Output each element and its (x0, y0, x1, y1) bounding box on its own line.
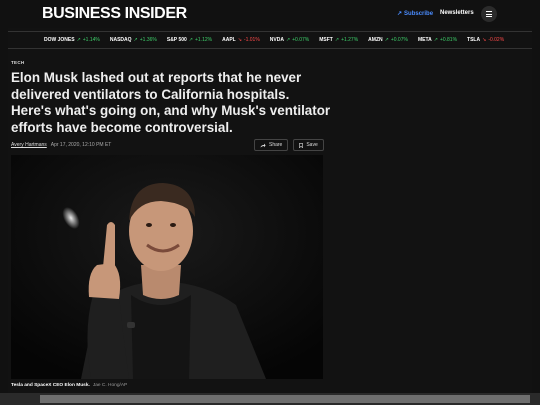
site-logo[interactable]: BUSINESS INSIDER (42, 5, 187, 23)
ticker-change: +1.36% (139, 37, 157, 43)
ticker-item[interactable]: AMZN ↗ +0.07% (368, 37, 408, 43)
arrow-up-right-icon: ↗ (397, 11, 403, 17)
menu-button[interactable] (481, 6, 497, 22)
market-ticker: DOW JONES ↗ +1.14% NASDAQ ↗ +1.36% S&P 500 ↗ +1.… (8, 31, 532, 49)
hamburger-icon-line (486, 13, 492, 15)
save-button[interactable]: Save (293, 139, 324, 151)
share-icon (260, 143, 266, 147)
ticker-item[interactable]: AAPL ↘ -1.01% (222, 37, 260, 43)
ticker-symbol: DOW JONES (44, 37, 75, 43)
ticker-symbol: AAPL (222, 37, 236, 43)
ticker-item[interactable]: DOW JONES ↗ +1.14% (44, 37, 100, 43)
ticker-symbol: MSFT (319, 37, 333, 43)
site-header: BUSINESS INSIDER ↗ Subscribe Newsletters (8, 0, 532, 28)
hamburger-icon-line (486, 16, 492, 17)
share-label: Share (269, 142, 283, 148)
ticker-item[interactable]: S&P 500 ↗ +1.12% (167, 37, 212, 43)
ticker-symbol: NVDA (269, 37, 284, 43)
hero-image (11, 155, 323, 379)
ticker-symbol: NASDAQ (109, 37, 132, 43)
publish-date: Apr 17, 2020, 12:10 PM ET (50, 142, 112, 148)
share-button[interactable]: Share (254, 139, 289, 151)
ticker-change: -1.01% (243, 37, 260, 43)
ticker-change: +0.07% (390, 37, 408, 43)
ticker-change: +1.14% (82, 37, 100, 43)
ticker-item[interactable]: NASDAQ ↗ +1.36% (110, 37, 157, 43)
caption-text: Tesla and SpaceX CEO Elon Musk. (11, 383, 90, 388)
ticker-change: +1.12% (194, 37, 213, 43)
page: BUSINESS INSIDER ↗ Subscribe Newsletters… (8, 0, 532, 393)
ticker-symbol: AMZN (368, 37, 383, 43)
ticker-change: -0.02% (488, 37, 505, 43)
bookmark-icon (299, 142, 304, 148)
subscribe-link[interactable]: ↗ Subscribe (397, 10, 434, 18)
ticker-item[interactable]: TSLA ↘ -0.02% (467, 37, 504, 43)
author-link[interactable]: Avery Hartmans (11, 142, 47, 148)
arrow-down-icon: ↘ (482, 37, 487, 43)
ticker-item[interactable]: META ↗ +0.81% (418, 37, 457, 43)
ticker-symbol: META (417, 37, 432, 43)
ticker-item[interactable]: NVDA ↗ +0.07% (270, 37, 309, 43)
scrollbar-thumb[interactable] (40, 395, 530, 403)
horizontal-scrollbar[interactable] (0, 393, 540, 405)
arrow-up-icon: ↗ (76, 37, 81, 43)
ticker-symbol: S&P 500 (166, 37, 187, 43)
section-label[interactable]: TECH (11, 60, 24, 65)
ticker-change: +0.07% (292, 37, 310, 43)
arrow-up-icon: ↗ (433, 37, 438, 43)
article-headline: Elon Musk lashed out at reports that he … (11, 70, 331, 135)
image-caption: Tesla and SpaceX CEO Elon Musk. Jae C. H… (11, 383, 127, 388)
photo-credit: Jae C. Hong/AP (92, 383, 128, 388)
arrow-down-icon: ↘ (237, 37, 242, 43)
save-label: Save (306, 142, 318, 148)
byline: Avery Hartmans Apr 17, 2020, 12:10 PM ET (11, 142, 111, 148)
photo-of-elon-musk (11, 155, 323, 379)
subscribe-label: Subscribe (404, 10, 434, 17)
article-actions: Share Save (254, 139, 324, 151)
arrow-up-icon: ↗ (188, 37, 193, 43)
ticker-change: +0.81% (439, 37, 458, 43)
arrow-up-icon: ↗ (285, 37, 291, 43)
hamburger-icon-line (486, 11, 492, 12)
arrow-up-icon: ↗ (384, 37, 389, 43)
ticker-symbol: TSLA (467, 37, 481, 43)
browser-viewport: BUSINESS INSIDER ↗ Subscribe Newsletters… (0, 0, 540, 405)
ticker-item[interactable]: MSFT ↗ +1.27% (319, 37, 358, 43)
ticker-change: +1.27% (341, 37, 359, 43)
arrow-up-icon: ↗ (334, 37, 340, 43)
arrow-up-icon: ↗ (133, 37, 138, 43)
newsletters-link[interactable]: Newsletters (440, 10, 474, 16)
